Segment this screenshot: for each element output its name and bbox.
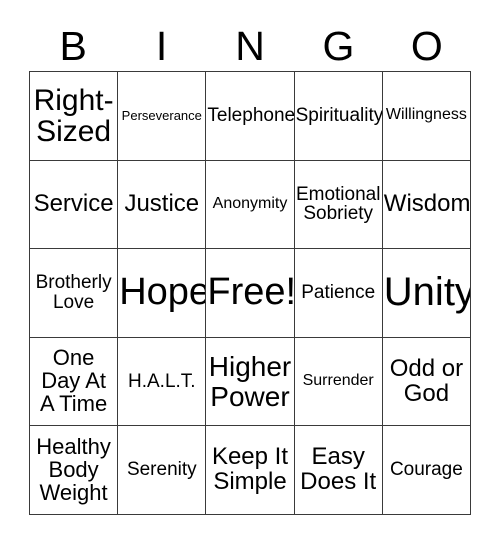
bingo-cell-label: Easy Does It bbox=[300, 443, 377, 496]
bingo-header-letter-i: I bbox=[155, 23, 168, 69]
bingo-cell[interactable]: Patience bbox=[294, 249, 383, 338]
bingo-cell[interactable]: Brotherly Love bbox=[30, 249, 119, 338]
bingo-cell-label: Right- Sized bbox=[33, 83, 114, 148]
bingo-cell-label: Wisdom bbox=[383, 189, 471, 217]
bingo-cell[interactable]: Healthy Body Weight bbox=[30, 426, 119, 515]
bingo-cell[interactable]: Spirituality bbox=[294, 72, 383, 161]
bingo-cell[interactable]: Courage bbox=[382, 426, 471, 515]
bingo-cell-label: One Day At A Time bbox=[39, 345, 108, 417]
bingo-header-letter-b: B bbox=[59, 23, 87, 69]
bingo-cell-label: Patience bbox=[301, 282, 376, 304]
bingo-cell[interactable]: Higher Power bbox=[206, 337, 295, 427]
bingo-cell[interactable]: Hope bbox=[118, 249, 207, 338]
bingo-cell[interactable]: One Day At A Time bbox=[30, 337, 119, 427]
bingo-cell-label: Odd or God bbox=[389, 354, 464, 407]
bingo-cell-label: H.A.L.T. bbox=[128, 370, 196, 392]
bingo-cell[interactable]: Unity bbox=[382, 249, 471, 338]
bingo-cell[interactable]: Keep It Simple bbox=[206, 426, 295, 515]
bingo-cell[interactable]: Justice bbox=[118, 160, 207, 250]
bingo-cell-label: Courage bbox=[389, 459, 463, 481]
bingo-cell[interactable]: Serenity bbox=[118, 426, 207, 515]
bingo-cell-label: Higher Power bbox=[208, 351, 292, 412]
bingo-cell[interactable]: Emotional Sobriety bbox=[294, 160, 383, 250]
bingo-cell[interactable]: Telephone bbox=[206, 72, 295, 161]
bingo-header-letter-o: O bbox=[410, 23, 443, 69]
bingo-cell-label: Surrender bbox=[302, 372, 374, 390]
bingo-cell[interactable]: Wisdom bbox=[382, 160, 471, 250]
bingo-header-letter-g: G bbox=[322, 23, 355, 69]
bingo-grid: Right- Sized Perseverance Telephone Spiritu… bbox=[29, 71, 471, 515]
bingo-cell-label: Hope bbox=[119, 271, 207, 314]
bingo-cell[interactable]: Perseverance bbox=[118, 72, 207, 161]
bingo-cell-label: Spirituality bbox=[295, 104, 383, 126]
bingo-cell[interactable]: Right- Sized bbox=[30, 72, 119, 161]
bingo-cell[interactable]: Willingness bbox=[382, 72, 471, 161]
bingo-cell-label: Anonymity bbox=[212, 195, 288, 213]
bingo-cell-label: Brotherly Love bbox=[35, 272, 112, 313]
bingo-cell-label: Service bbox=[33, 189, 114, 217]
bingo-cell[interactable]: Surrender bbox=[294, 337, 383, 427]
bingo-cell-label: Serenity bbox=[126, 459, 197, 481]
bingo-cell-label: Justice bbox=[124, 189, 200, 217]
bingo-cell[interactable]: H.A.L.T. bbox=[118, 337, 207, 427]
bingo-cell-label: Unity bbox=[383, 270, 471, 315]
bingo-cell[interactable]: Anonymity bbox=[206, 160, 295, 250]
bingo-cell-label: Telephone bbox=[207, 104, 295, 126]
bingo-cell-label: Healthy Body Weight bbox=[36, 433, 111, 505]
bingo-cell[interactable]: Odd or God bbox=[382, 337, 471, 427]
bingo-header-letter-n: N bbox=[235, 23, 265, 69]
bingo-card: B I N G O Right- Sized Perseverance Teleph… bbox=[0, 0, 500, 544]
bingo-cell-label: Perseverance bbox=[121, 108, 202, 124]
bingo-cell[interactable]: Service bbox=[30, 160, 119, 250]
bingo-cell-label: Free! bbox=[207, 271, 295, 314]
bingo-header-row: B I N G O bbox=[29, 22, 471, 71]
bingo-cell[interactable]: Free! bbox=[206, 249, 295, 338]
bingo-cell[interactable]: Easy Does It bbox=[294, 426, 383, 515]
bingo-cell-label: Emotional Sobriety bbox=[295, 183, 381, 225]
bingo-cell-label: Keep It Simple bbox=[211, 443, 289, 496]
bingo-cell-label: Willingness bbox=[385, 106, 467, 124]
